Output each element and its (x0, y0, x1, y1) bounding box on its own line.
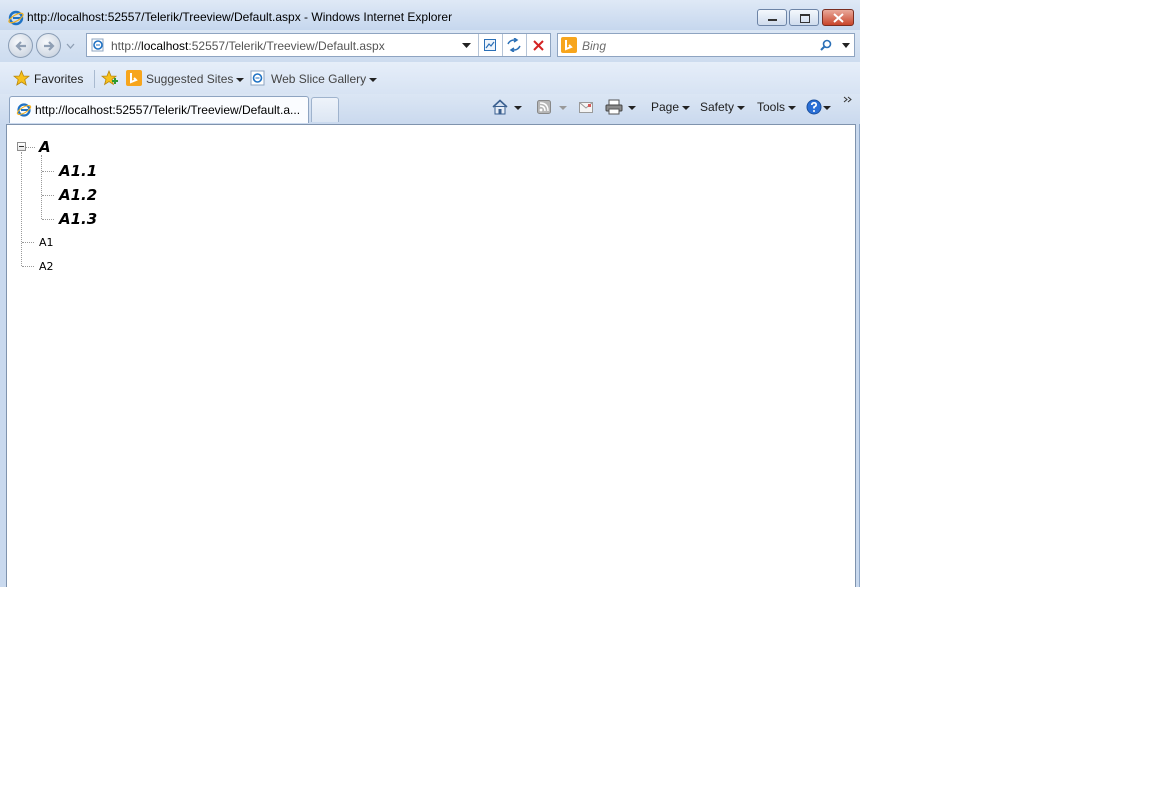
close-window-button[interactable] (822, 9, 854, 26)
tree-node-sibling[interactable]: A2 (39, 260, 54, 273)
suggested-sites-button[interactable]: Suggested Sites (146, 72, 245, 86)
tree-connector (42, 171, 54, 172)
search-options-dropdown-icon[interactable] (842, 43, 850, 48)
more-commands-chevron-icon[interactable] (843, 96, 852, 103)
tree-connector (26, 147, 35, 148)
back-arrow-icon (15, 41, 26, 51)
favorites-button[interactable]: Favorites (34, 72, 83, 86)
tree-connector (22, 266, 34, 267)
browser-window: http://localhost:52557/Telerik/Treeview/… (0, 0, 860, 587)
tree-node-sibling[interactable]: A1 (39, 236, 54, 249)
address-dropdown-icon[interactable] (462, 43, 471, 48)
help-dropdown-icon[interactable] (823, 106, 831, 110)
address-separator (526, 34, 527, 56)
tree-connector (41, 155, 42, 219)
favorites-star-icon[interactable] (13, 70, 30, 86)
print-dropdown-icon[interactable] (628, 106, 636, 110)
web-slice-icon (250, 70, 265, 86)
tools-menu[interactable]: Tools (757, 100, 797, 114)
minimize-icon (768, 19, 777, 21)
tree-node-child[interactable]: A1.1 (59, 162, 97, 180)
page-icon (91, 38, 104, 52)
suggested-sites-icon (126, 70, 142, 86)
address-bar[interactable]: http://localhost:52557/Telerik/Treeview/… (86, 33, 551, 57)
home-icon[interactable] (491, 99, 509, 115)
web-slice-gallery-dropdown-icon (369, 77, 378, 82)
page-content: A A1.1 A1.2 A1.3 A1 A2 (6, 124, 856, 587)
tab-ie-icon (16, 103, 32, 117)
tree-connector (42, 195, 54, 196)
search-placeholder: Bing (582, 39, 607, 53)
treeview: A A1.1 A1.2 A1.3 A1 A2 (7, 125, 855, 587)
print-icon[interactable] (605, 99, 623, 115)
compatibility-view-icon[interactable] (483, 38, 497, 52)
search-box[interactable]: Bing (557, 33, 855, 57)
read-mail-icon[interactable] (579, 102, 593, 113)
restore-icon (800, 14, 810, 23)
favorites-bar: Favorites Suggested Sites Web Slice Gall… (0, 62, 860, 94)
page-dropdown-icon (682, 105, 691, 110)
title-bar: http://localhost:52557/Telerik/Treeview/… (0, 0, 860, 30)
web-slice-gallery-button[interactable]: Web Slice Gallery (271, 72, 378, 86)
new-tab-button[interactable] (311, 97, 339, 122)
home-dropdown-icon[interactable] (514, 106, 522, 110)
refresh-icon[interactable] (506, 38, 522, 52)
minimize-button[interactable] (757, 9, 787, 26)
help-icon[interactable] (806, 99, 822, 115)
address-separator (502, 34, 503, 56)
bing-logo-icon (561, 37, 577, 53)
tree-node-root[interactable]: A (39, 138, 51, 156)
tree-node-child[interactable]: A1.2 (59, 186, 97, 204)
tree-node-child[interactable]: A1.3 (59, 210, 97, 228)
recent-pages-dropdown-icon[interactable] (66, 43, 75, 49)
restore-button[interactable] (789, 9, 819, 26)
tree-connector (42, 219, 54, 220)
address-url[interactable]: http://localhost:52557/Telerik/Treeview/… (111, 39, 385, 53)
stop-icon[interactable] (533, 40, 544, 51)
forward-button[interactable] (36, 33, 61, 58)
page-menu[interactable]: Page (651, 100, 691, 114)
tree-connector (22, 242, 34, 243)
favorites-separator (94, 70, 95, 88)
forward-arrow-icon (44, 41, 55, 51)
window-title: http://localhost:52557/Telerik/Treeview/… (27, 10, 453, 24)
feeds-icon[interactable] (537, 100, 551, 114)
tree-connector (21, 152, 22, 266)
ie-logo-icon (8, 10, 24, 26)
tab-current-page[interactable]: http://localhost:52557/Telerik/Treeview/… (9, 96, 309, 123)
safety-dropdown-icon (737, 105, 746, 110)
feeds-dropdown-icon[interactable] (559, 106, 567, 110)
tools-dropdown-icon (788, 105, 797, 110)
collapse-node-icon[interactable] (17, 142, 26, 151)
tab-title: http://localhost:52557/Telerik/Treeview/… (35, 103, 301, 117)
search-icon[interactable] (820, 39, 832, 51)
close-icon (833, 13, 844, 23)
add-to-favorites-bar-icon[interactable] (101, 70, 119, 87)
safety-menu[interactable]: Safety (700, 100, 746, 114)
address-separator (478, 34, 479, 56)
back-button[interactable] (8, 33, 33, 58)
suggested-sites-dropdown-icon (236, 77, 245, 82)
